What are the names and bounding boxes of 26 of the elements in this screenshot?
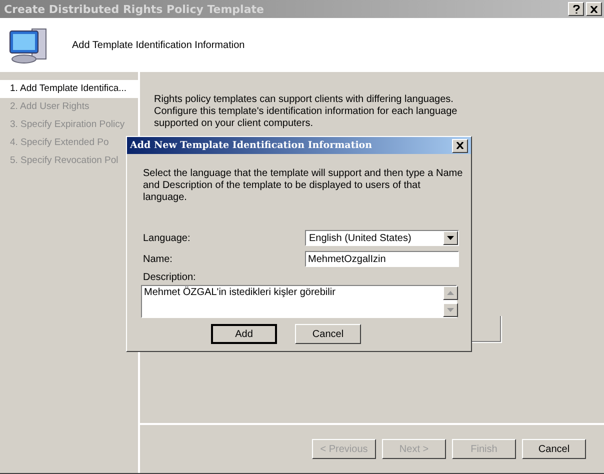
dropdown-arrow-icon [447, 236, 454, 240]
page-title: Add Template Identification Information [72, 40, 245, 50]
window-title: Create Distributed Rights Policy Template [4, 2, 264, 16]
wizard-button[interactable]: Cancel [522, 439, 586, 459]
description-label: Description: [143, 272, 197, 283]
close-icon [590, 6, 598, 12]
help-button[interactable] [568, 2, 584, 16]
step-item[interactable]: 1. Add Template Identifica... [0, 80, 138, 98]
close-button[interactable] [586, 2, 602, 16]
up-arrow-icon [447, 291, 454, 295]
dialog-title: Add New Template Identification Information [130, 140, 372, 151]
close-icon [456, 142, 464, 149]
dialog-button[interactable]: Cancel [295, 324, 361, 344]
close-button[interactable] [452, 138, 468, 152]
down-arrow-icon [447, 308, 454, 312]
scroll-up-button[interactable] [443, 286, 458, 300]
language-dropdown[interactable]: English (United States) [305, 230, 459, 246]
question-icon [572, 4, 580, 14]
dialog-button[interactable]: Add [211, 324, 277, 344]
language-label: Language: [143, 232, 190, 244]
intro-text: Rights policy templates can support clients with differing languages. Configure this template's identification information for each language supported on your client computers. [154, 94, 458, 130]
scroll-down-button[interactable] [443, 303, 458, 317]
name-label: Name: [143, 254, 172, 264]
description-field[interactable]: Mehmet ÖZGAL'in istedikleri kişler görebilir [141, 285, 457, 318]
instructions-text: Select the language that the template will support and then type a Name and Description of the template to be displayed to users of that language. [143, 168, 464, 204]
name-field[interactable]: MehmetOzgalIzin [305, 251, 459, 267]
